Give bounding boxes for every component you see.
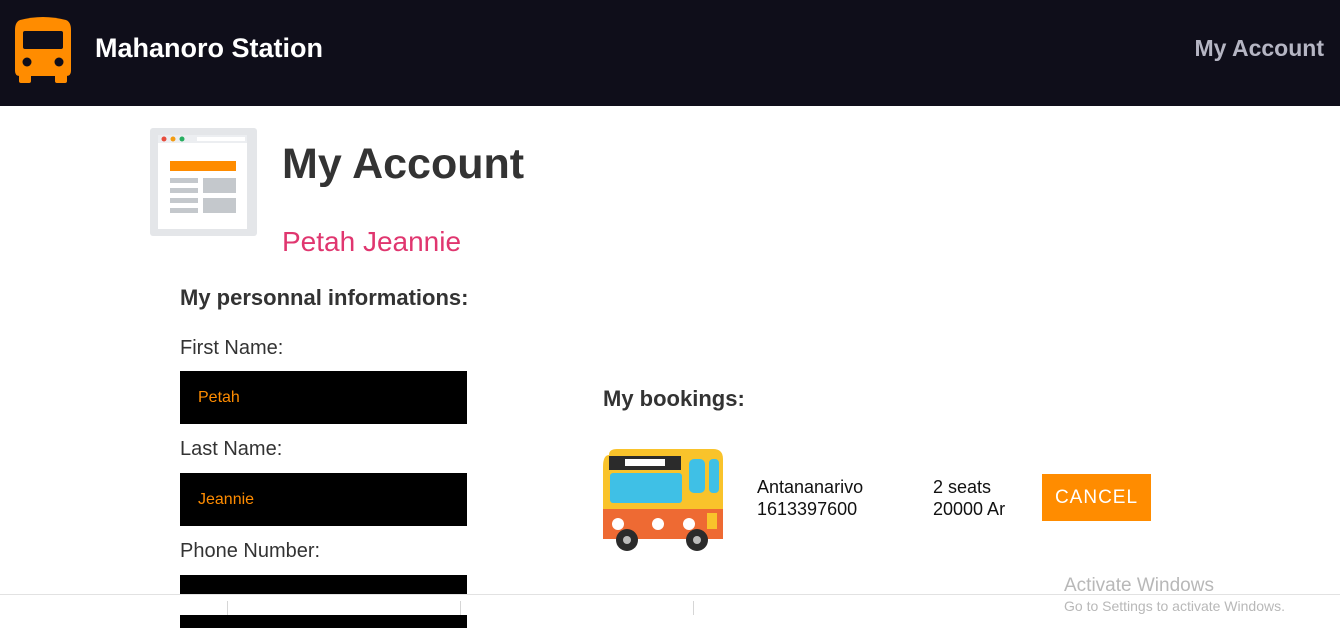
- user-name: Petah Jeannie: [282, 226, 462, 257]
- phone-number-label: Phone Number:: [180, 540, 321, 562]
- last-name-input[interactable]: [180, 473, 467, 526]
- booking-departure-time: 1613397600: [757, 499, 858, 519]
- activate-windows-title: Activate Windows: [1064, 575, 1214, 596]
- activate-windows-subtitle: Go to Settings to activate Windows.: [1064, 598, 1285, 614]
- booking-seats: 2 seats: [933, 477, 992, 497]
- bus-logo-icon[interactable]: [14, 16, 72, 84]
- booking-route: Antananarivo 1613397600: [757, 476, 863, 520]
- top-navbar: Mahanoro Station My Account: [0, 0, 1340, 106]
- last-name-label: Last Name:: [180, 438, 283, 460]
- bus-icon: [603, 449, 723, 551]
- divider: [693, 601, 694, 615]
- brand-link[interactable]: Mahanoro Station: [95, 33, 323, 64]
- divider: [227, 601, 228, 615]
- booking-details: 2 seats 20000 Ar: [933, 476, 1005, 520]
- booking-destination: Antananarivo: [757, 477, 864, 497]
- page-title: My Account: [282, 140, 525, 188]
- account-page-icon: [150, 128, 257, 236]
- cancel-booking-button[interactable]: CANCEL: [1042, 474, 1151, 521]
- nav-my-account-link[interactable]: My Account: [1195, 35, 1325, 62]
- divider: [460, 601, 461, 615]
- bookings-title: My bookings:: [603, 386, 745, 411]
- booking-price: 20000 Ar: [933, 499, 1006, 519]
- first-name-label: First Name:: [180, 337, 284, 359]
- first-name-input[interactable]: [180, 371, 467, 424]
- personal-info-title: My personnal informations:: [180, 285, 469, 310]
